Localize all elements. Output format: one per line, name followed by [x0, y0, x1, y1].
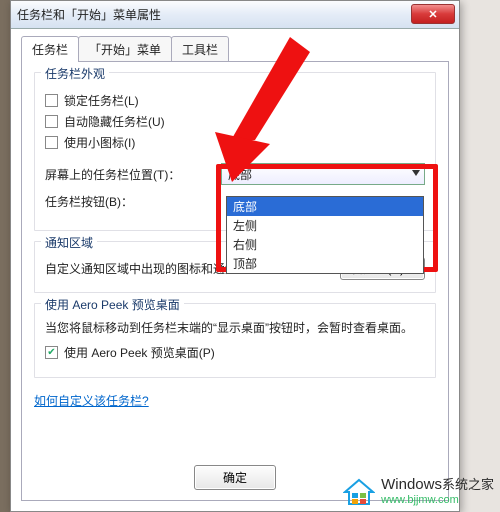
watermark-url: www.bjjmw.com — [381, 494, 494, 506]
label-aero-desc: 当您将鼠标移动到任务栏末端的“显示桌面”按钮时，会暂时查看桌面。 — [45, 319, 425, 336]
link-help[interactable]: 如何自定义该任务栏? — [34, 394, 149, 408]
checkbox-lock-taskbar[interactable] — [45, 94, 58, 107]
close-button[interactable]: ✕ — [411, 4, 455, 24]
house-icon — [343, 478, 375, 506]
label-notify-desc: 自定义通知区域中出现的图标和通知。 — [45, 260, 249, 277]
watermark: Windows系统之家 www.bjjmw.com — [343, 477, 494, 506]
window-title: 任务栏和「开始」菜单属性 — [17, 6, 161, 23]
checkbox-small-icons[interactable] — [45, 136, 58, 149]
tab-toolbar[interactable]: 工具栏 — [171, 36, 229, 62]
label-aero-checkbox: 使用 Aero Peek 预览桌面(P) — [64, 344, 215, 361]
tab-start-menu[interactable]: 「开始」菜单 — [78, 36, 172, 62]
close-icon: ✕ — [428, 8, 437, 21]
tab-taskbar[interactable]: 任务栏 — [21, 36, 79, 62]
dropdown-option-top[interactable]: 顶部 — [227, 254, 423, 273]
label-position: 屏幕上的任务栏位置(T)： — [45, 166, 215, 183]
select-position-value: 底部 — [228, 166, 252, 183]
watermark-brand: Windows — [381, 476, 442, 493]
checkbox-aero-peek[interactable] — [45, 346, 58, 359]
label-lock-taskbar: 锁定任务栏(L) — [64, 92, 139, 109]
select-position[interactable]: 底部 — [221, 163, 425, 185]
group-notify-legend: 通知区域 — [41, 234, 97, 251]
chevron-down-icon — [412, 170, 420, 176]
label-small-icons: 使用小图标(I) — [64, 134, 135, 151]
properties-window: 任务栏和「开始」菜单属性 ✕ 任务栏 「开始」菜单 工具栏 任务栏外观 锁定任务… — [10, 0, 460, 512]
checkbox-autohide[interactable] — [45, 115, 58, 128]
label-taskbar-buttons: 任务栏按钮(B)： — [45, 193, 215, 210]
tab-strip: 任务栏 「开始」菜单 工具栏 — [21, 35, 449, 61]
group-aero-legend: 使用 Aero Peek 预览桌面 — [41, 296, 184, 313]
group-appearance-legend: 任务栏外观 — [41, 65, 109, 82]
group-aero-peek: 使用 Aero Peek 预览桌面 当您将鼠标移动到任务栏末端的“显示桌面”按钮… — [34, 303, 436, 378]
watermark-sub1: 系统之家 — [442, 477, 494, 492]
label-autohide: 自动隐藏任务栏(U) — [64, 113, 165, 130]
button-ok[interactable]: 确定 — [194, 465, 276, 490]
dropdown-option-right[interactable]: 右侧 — [227, 235, 423, 254]
tab-panel: 任务栏外观 锁定任务栏(L) 自动隐藏任务栏(U) 使用小图标(I) — [21, 61, 449, 501]
dropdown-position-list[interactable]: 底部 左侧 右侧 顶部 — [226, 196, 424, 274]
titlebar[interactable]: 任务栏和「开始」菜单属性 ✕ — [11, 1, 459, 29]
dropdown-option-bottom[interactable]: 底部 — [227, 197, 423, 216]
dropdown-option-left[interactable]: 左侧 — [227, 216, 423, 235]
